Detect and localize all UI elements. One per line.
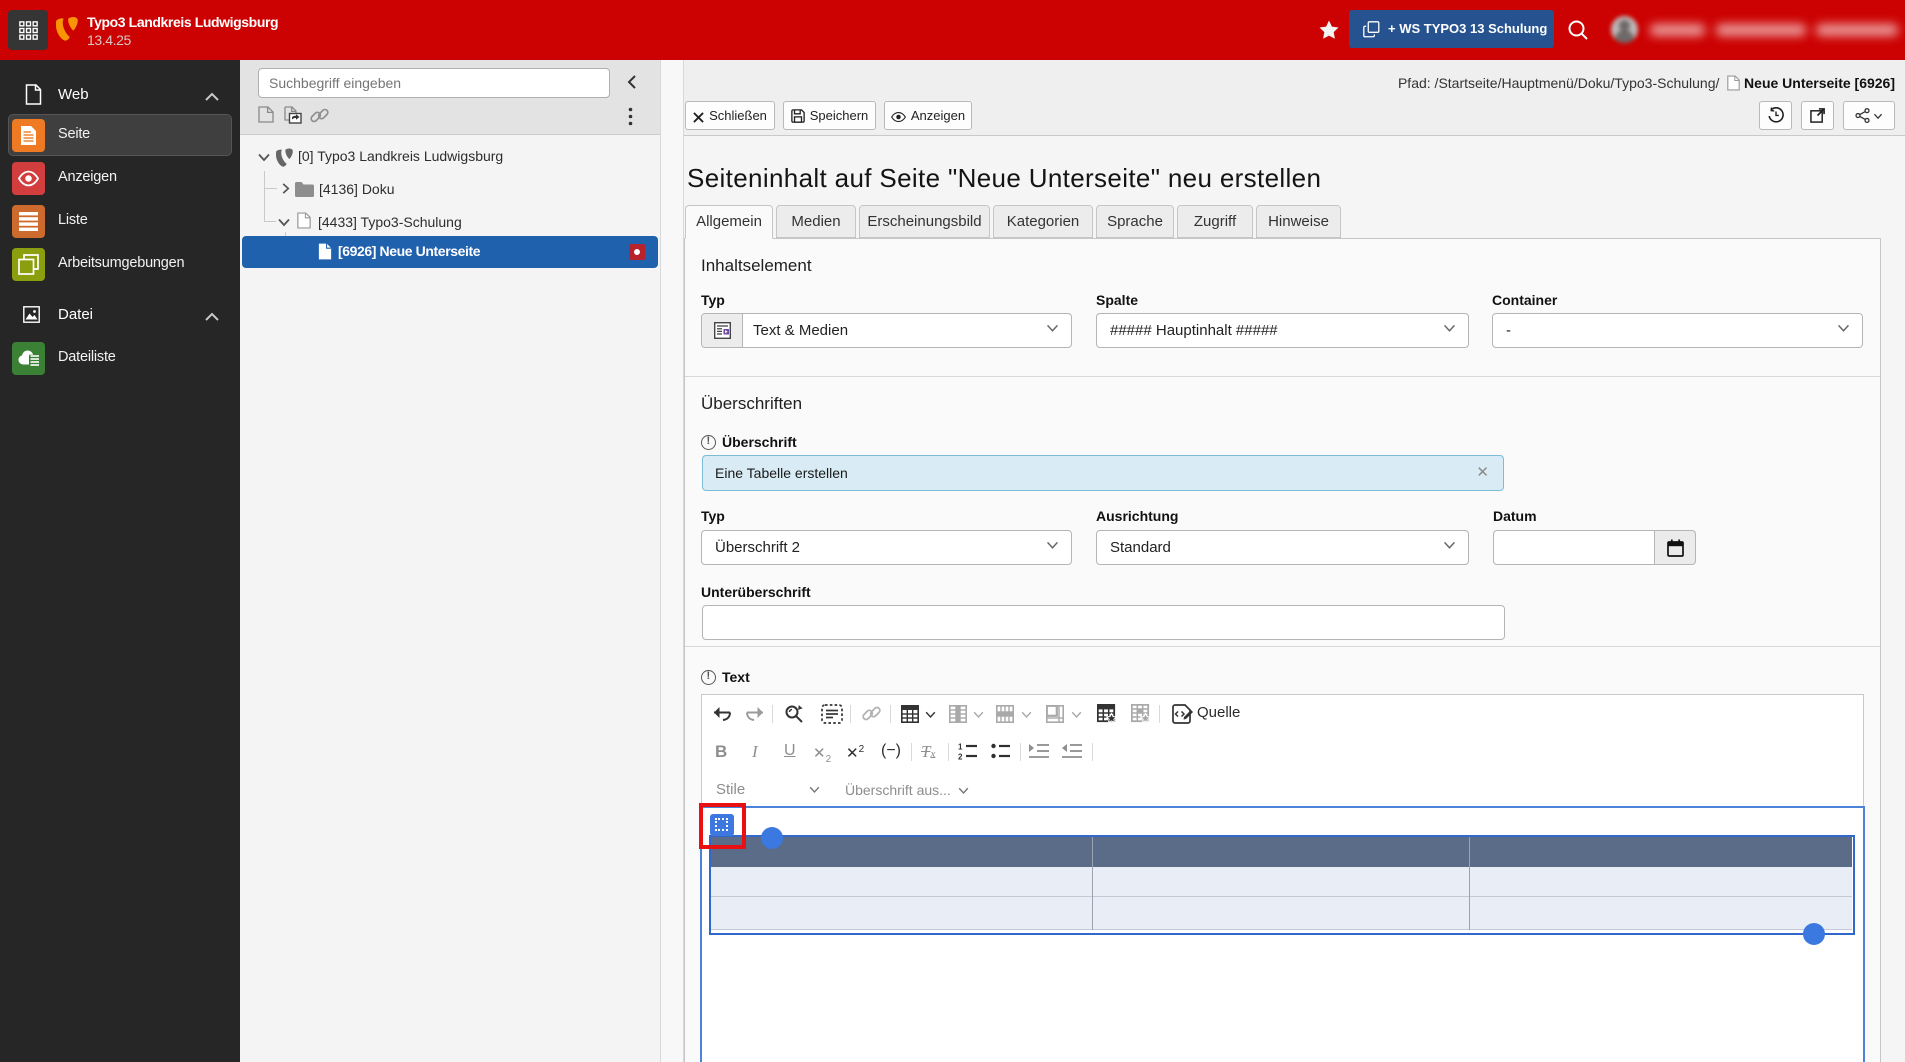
svg-text:1: 1 (958, 743, 963, 752)
svg-text:2: 2 (958, 753, 963, 761)
